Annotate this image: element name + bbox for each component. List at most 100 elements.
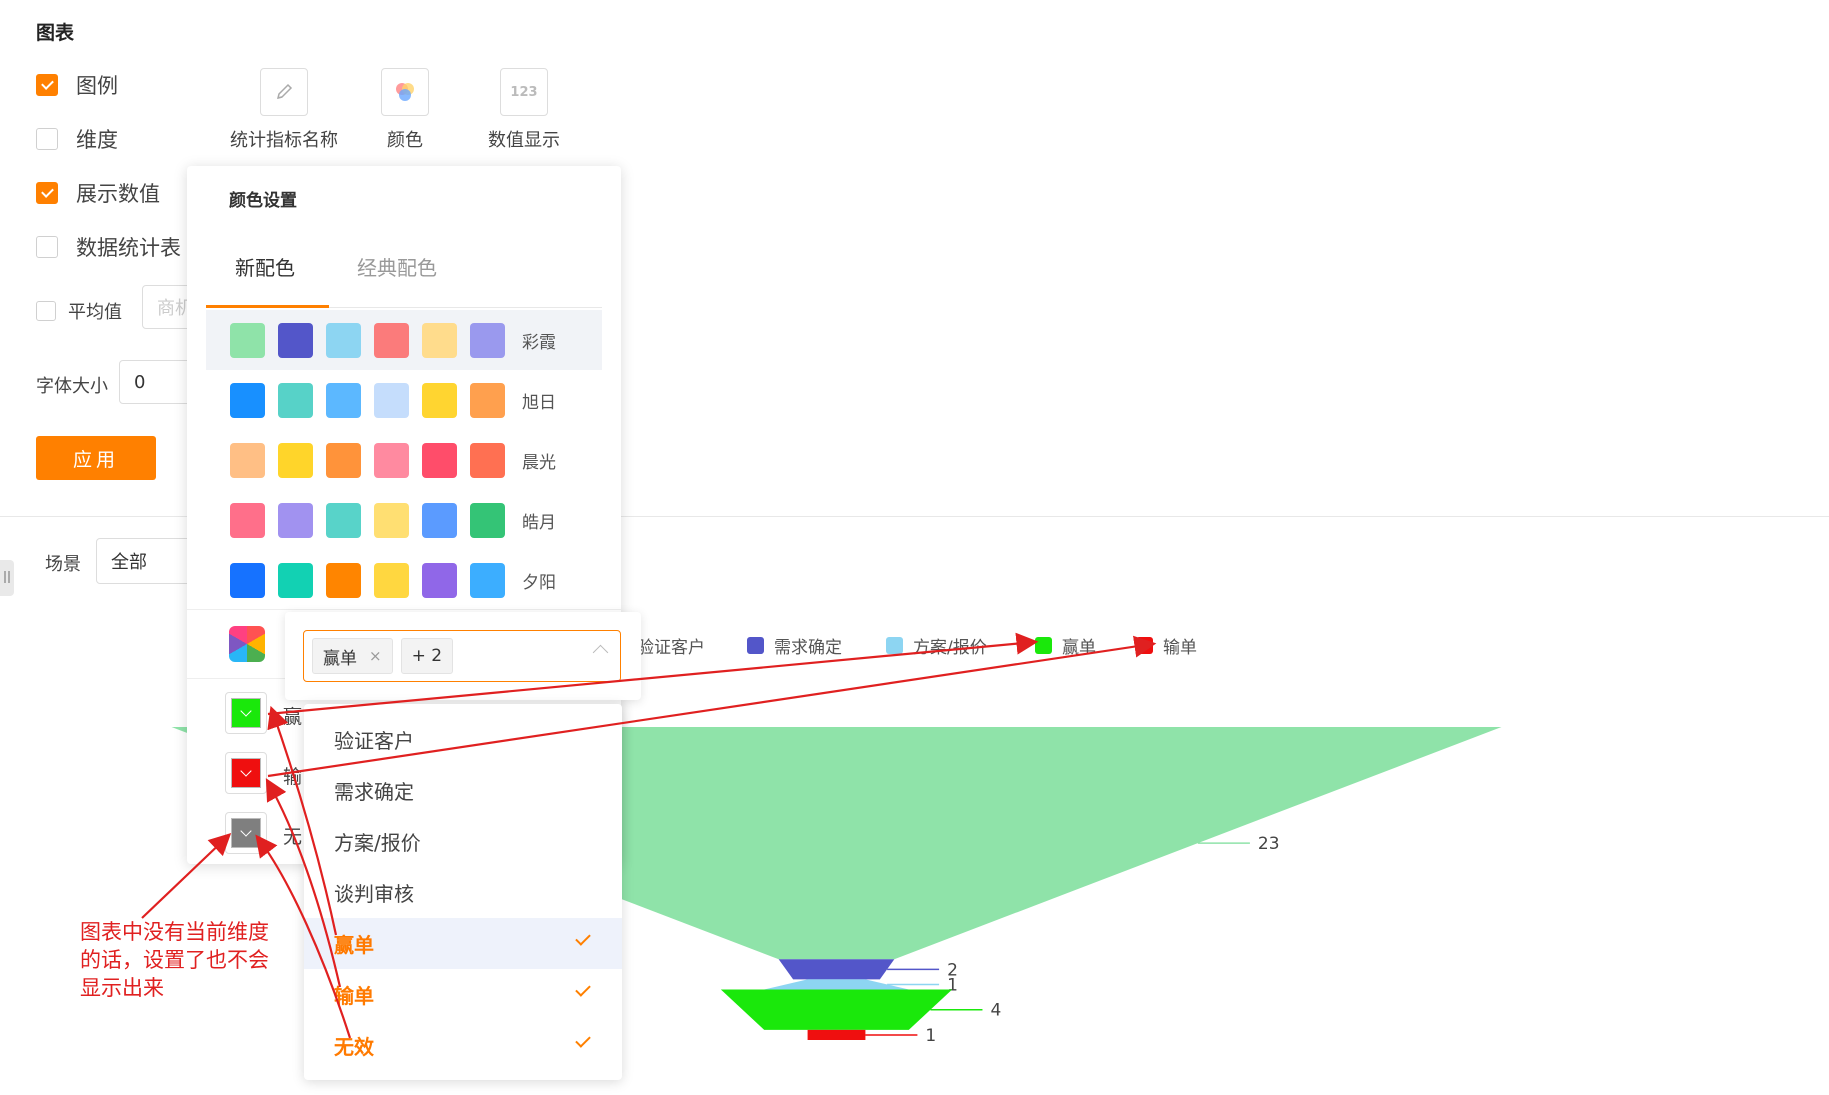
legend-label: 需求确定 [774,638,842,658]
annotation-note: 图表中没有当前维度 的话，设置了也不会 显示出来 [80,918,269,1002]
value-label: 23 [1258,834,1280,854]
option-label: 谈判审核 [334,882,414,906]
custom-color-icon[interactable] [229,626,265,662]
dropdown-option[interactable]: 赢单 [304,918,622,969]
color-swatch [326,562,361,598]
value-label: 1 [925,1026,936,1046]
funnel-segment [778,959,895,980]
color-swatch [326,322,361,358]
color-swatch [278,382,313,418]
legend-item[interactable]: 输单 [1136,633,1197,658]
color-swatch [422,502,457,538]
scheme-name: 皓月 [522,512,556,533]
legend-label: 方案/报价 [913,638,987,658]
color-swatch [278,322,313,358]
option-label: 无效 [334,1035,374,1059]
value-label: 4 [990,1001,1001,1021]
color-swatch [374,502,409,538]
color-swatch [422,562,457,598]
annotation-line: 的话，设置了也不会 [80,948,269,972]
color-swatch [230,322,265,358]
color-picker-invalid[interactable] [225,812,267,854]
funnel-segment [720,989,953,1030]
legend-label: 输单 [1163,638,1197,658]
legend-item[interactable]: 赢单 [1035,633,1096,658]
color-picker-label: 赢 [283,706,303,728]
dropdown-option[interactable]: 谈判审核 [304,867,622,918]
color-picker-lose[interactable] [225,752,267,794]
color-swatch [374,562,409,598]
legend-marker [1035,637,1052,654]
legend-item[interactable]: 方案/报价 [886,633,987,658]
more-tag: + 2 [400,638,454,674]
option-label: 方案/报价 [334,831,421,855]
check-icon [575,930,591,946]
scheme-name: 晨光 [522,452,556,473]
dropdown-option[interactable]: 需求确定 [304,765,622,816]
color-swatch [470,562,505,598]
option-label: 验证客户 [334,729,414,753]
color-swatch [470,502,505,538]
color-swatch [470,322,505,358]
legend-item[interactable]: 需求确定 [747,633,842,658]
color-scheme-row[interactable]: 彩霞 [206,310,602,370]
color-picker-label: 无 [283,826,303,848]
legend-marker [886,637,903,654]
color-scheme-row[interactable]: 旭日 [206,370,602,430]
tab-new-colors[interactable]: 新配色 [235,252,295,281]
color-swatch [326,502,361,538]
color-scheme-row[interactable]: 晨光 [206,430,602,490]
color-swatch [470,382,505,418]
color-swatch [374,382,409,418]
color-swatch [278,562,313,598]
option-label: 输单 [334,984,374,1008]
annotation-line: 图表中没有当前维度 [80,920,269,944]
funnel-segment [807,1029,866,1040]
check-icon [575,981,591,997]
color-scheme-row[interactable]: 夕阳 [206,550,602,610]
color-swatch [422,382,457,418]
scheme-name: 夕阳 [522,572,556,593]
legend-marker [1136,637,1153,654]
legend-label: 验证客户 [637,638,705,658]
panel-divider [187,609,621,610]
legend-label: 赢单 [1062,638,1096,658]
selected-tag[interactable]: 赢单 × [312,638,393,674]
color-swatch [278,442,313,478]
legend-marker [747,637,764,654]
option-label: 赢单 [334,933,374,957]
color-swatch [326,442,361,478]
dropdown-option[interactable]: 无效 [304,1020,622,1071]
color-picker-label: 输 [283,766,303,788]
color-swatch [374,322,409,358]
dropdown-option[interactable]: 验证客户 [304,714,622,765]
color-swatch [470,442,505,478]
more-count: + 2 [411,646,443,666]
color-picker-win[interactable] [225,692,267,734]
color-swatch [422,322,457,358]
option-label: 需求确定 [334,780,414,804]
color-swatch [231,818,261,848]
tag-label: 赢单 [323,648,357,669]
color-swatch [374,442,409,478]
color-swatch [230,562,265,598]
color-swatch [230,502,265,538]
dropdown-option[interactable]: 输单 [304,969,622,1020]
close-icon[interactable]: × [369,647,382,665]
color-swatch [326,382,361,418]
dimension-multiselect-popup: 赢单 × + 2 [285,612,641,700]
color-scheme-row[interactable]: 皓月 [206,490,602,550]
color-swatch [278,502,313,538]
color-swatch [230,442,265,478]
color-swatch [231,698,261,728]
color-swatch [230,382,265,418]
active-tab-indicator [206,305,329,308]
scheme-name: 彩霞 [522,332,556,353]
annotation-line: 显示出来 [80,976,164,1000]
tab-classic-colors[interactable]: 经典配色 [357,252,437,281]
chevron-up-icon[interactable] [592,644,609,661]
dropdown-option[interactable]: 方案/报价 [304,816,622,867]
check-icon [575,1032,591,1048]
dimension-dropdown: 验证客户需求确定方案/报价谈判审核赢单输单无效 [304,704,622,1080]
dimension-multiselect[interactable]: 赢单 × + 2 [303,630,621,682]
